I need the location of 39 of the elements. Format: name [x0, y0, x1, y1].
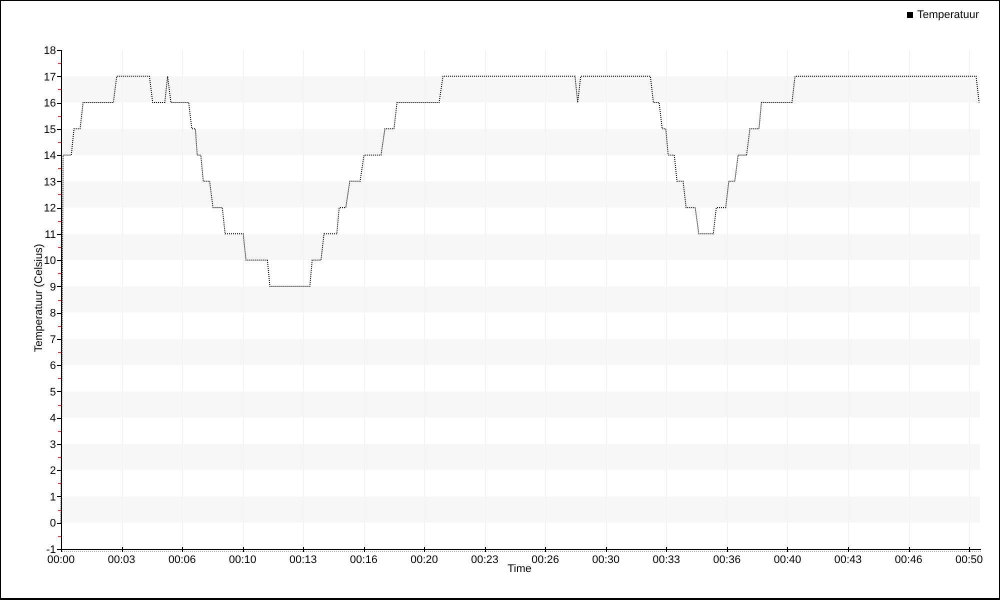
y-tick-label: 8	[50, 308, 56, 320]
x-tick-label: 00:03	[108, 554, 136, 566]
x-tick-label: 00:20	[410, 554, 438, 566]
y-tick-label: 13	[44, 176, 56, 188]
x-tick-label: 00:36	[713, 554, 741, 566]
y-tick-label: 5	[50, 386, 56, 398]
x-tick-label: 00:06	[168, 554, 196, 566]
x-tick-label: 00:43	[834, 554, 862, 566]
y-tick-label: 12	[44, 202, 56, 215]
y-tick-label: 1	[50, 491, 56, 504]
x-tick-label: 00:46	[894, 554, 922, 566]
y-tick-label: 9	[50, 281, 56, 294]
y-tick-label: 2	[50, 465, 56, 478]
y-tick-label: 15	[44, 124, 56, 136]
x-axis-title: Time	[507, 563, 532, 575]
legend-label: Temperatuur	[917, 8, 979, 22]
y-tick-label: 16	[44, 98, 56, 110]
y-tick-label: 14	[44, 150, 56, 162]
x-tick-label: 00:16	[350, 554, 378, 566]
y-tick-label: 11	[44, 228, 56, 241]
x-tick-label: 00:30	[592, 554, 620, 566]
x-tick-label: 00:13	[289, 554, 317, 566]
x-tick-label: 00:33	[652, 554, 680, 566]
y-tick-label: 18	[44, 45, 56, 57]
y-tick-label: -1	[46, 544, 56, 556]
y-tick-label: 4	[50, 412, 56, 425]
y-tick-label: 7	[50, 334, 56, 346]
x-tick-label: 00:00	[47, 554, 75, 566]
y-axis-title: Temperatuur (Celsius)	[33, 244, 45, 352]
x-tick-label: 00:50	[955, 554, 983, 566]
y-tick-label: 3	[50, 438, 56, 451]
x-tick-label: 00:40	[774, 554, 802, 566]
x-tick-label: 00:10	[228, 554, 256, 566]
y-tick-label: 17	[44, 71, 56, 84]
y-tick-label: 10	[44, 255, 56, 268]
y-tick-label: 6	[50, 360, 56, 372]
x-tick-label: 00:23	[471, 554, 499, 566]
x-tick-label: 00:26	[532, 554, 560, 566]
y-tick-label: 0	[50, 518, 56, 530]
